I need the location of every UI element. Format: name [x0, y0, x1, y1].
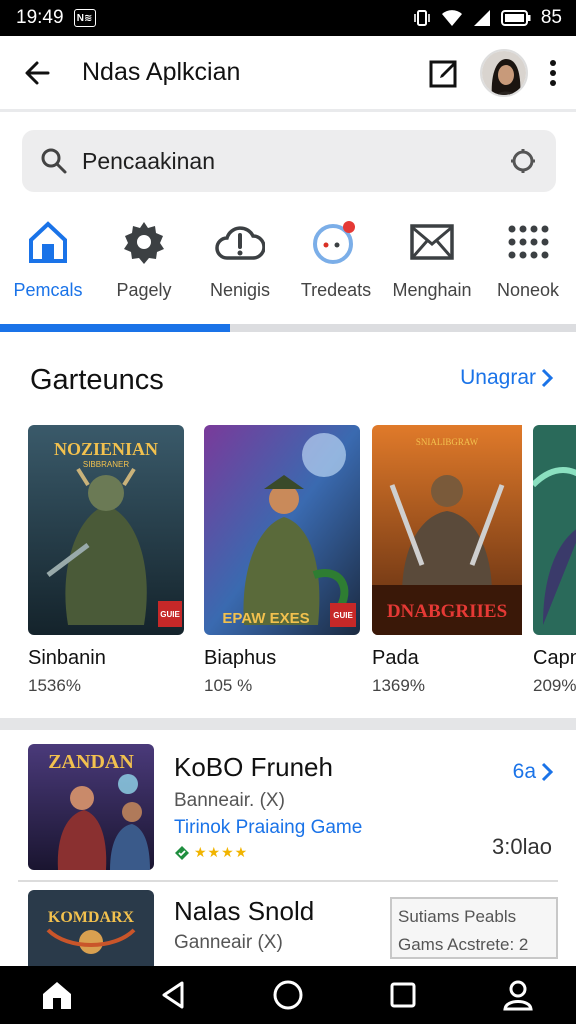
nav-home-button[interactable]: [28, 970, 88, 1020]
list-item-subtitle: Banneair. (X): [174, 790, 285, 811]
nav-back-button[interactable]: [143, 970, 203, 1020]
search-icon: [41, 148, 67, 174]
lens-icon[interactable]: [508, 146, 538, 176]
tab-pagely[interactable]: Pagely: [96, 216, 192, 324]
game-rating: 209%: [533, 676, 576, 695]
signal-icon: [473, 10, 490, 26]
game-rating: 105 %: [204, 676, 253, 695]
status-bar: 19:49 N≋ 85: [0, 0, 576, 36]
search-input[interactable]: Pencaakinan: [82, 148, 215, 175]
tooltip-popup: Sutiams Peabls Gams Acstrete: 2: [390, 897, 558, 959]
grid-icon: [508, 225, 549, 259]
game-cover: NOZIENIAN SIBBRANER GUIE: [28, 425, 184, 635]
verified-icon: [175, 845, 189, 860]
game-thumbnail: ZANDAN: [28, 744, 154, 870]
status-time: 19:49: [16, 7, 64, 28]
list-item-subtitle: Ganneair (X): [174, 932, 283, 953]
list-item-title: KoBO Fruneh: [174, 752, 333, 782]
home-icon: [29, 221, 67, 263]
tooltip-line-2: Gams Acstrete: 2: [398, 935, 529, 954]
alert-cloud-icon: [215, 226, 265, 260]
cover-title: NOZIENIAN: [54, 439, 158, 459]
tooltip-line-1: Sutiams Peabls: [398, 907, 517, 926]
page-title: Ndas Aplkcian: [82, 58, 241, 86]
edit-button[interactable]: [428, 57, 460, 89]
cover-title: EPAW EXES: [222, 610, 309, 627]
category-tabs: Pemcals Pagely Nenigis Tredeats Menghain…: [0, 216, 576, 324]
game-carousel: NOZIENIAN SIBBRANER GUIE Sinbanin 1536% …: [28, 425, 576, 705]
arrow-left-icon: [25, 61, 50, 84]
more-vert-icon[interactable]: [548, 58, 558, 88]
section-title: Garteuncs: [30, 364, 164, 396]
game-cover: EPAW EXES GUIE: [204, 425, 360, 635]
nav-circle-button[interactable]: [258, 970, 318, 1020]
nav-profile-button[interactable]: [488, 970, 548, 1020]
chat-bubble-icon: [313, 221, 355, 264]
vibrate-icon: [414, 10, 430, 26]
see-more-link[interactable]: Unagrar: [460, 366, 554, 390]
list-item-title: Nalas Snold: [174, 896, 315, 926]
system-nav-bar: [0, 966, 576, 1024]
tab-indicator: [0, 324, 230, 332]
user-photo: [482, 50, 526, 95]
gear-icon: [124, 222, 164, 264]
battery-level: 85: [540, 7, 562, 28]
tab-nenigis[interactable]: Nenigis: [192, 216, 288, 324]
game-cover: [533, 425, 576, 635]
list-item-time: 3:0lao: [492, 834, 552, 859]
section-divider: [0, 718, 576, 730]
cover-badge: GUIE: [333, 611, 353, 620]
circle-home-icon: [273, 980, 303, 1010]
cover-subtitle: SNIALIBGRAW: [416, 437, 479, 447]
game-title: Biaphus: [204, 647, 277, 669]
wifi-icon: [441, 10, 462, 26]
list-item-link[interactable]: 6a: [513, 760, 554, 784]
thumbnail-title: KOMDARX: [48, 909, 135, 926]
game-card[interactable]: Capn 209%: [533, 425, 576, 696]
search-bar[interactable]: Pencaakinan: [22, 130, 556, 192]
list-item-link-label: 6a: [512, 760, 536, 783]
app-bar: Ndas Aplkcian: [0, 36, 576, 112]
game-card[interactable]: EPAW EXES GUIE Biaphus 105 %: [204, 425, 360, 696]
tab-tredeats[interactable]: Tredeats: [288, 216, 384, 324]
cover-title: DNABGRIIES: [387, 601, 507, 622]
rating-stars: ★★★★: [174, 844, 248, 861]
battery-icon: [500, 10, 531, 26]
game-title: Sinbanin: [28, 647, 106, 669]
avatar[interactable]: [480, 48, 528, 97]
square-recents-icon: [390, 982, 416, 1008]
triangle-back-icon: [162, 981, 184, 1009]
back-button[interactable]: [18, 54, 56, 92]
game-thumbnail: KOMDARX: [28, 890, 154, 966]
person-icon: [503, 980, 534, 1011]
thumbnail-title: ZANDAN: [48, 751, 134, 773]
nav-recents-button[interactable]: [373, 970, 433, 1020]
game-title: Capn: [533, 647, 576, 669]
home-icon: [42, 982, 71, 1009]
list-item[interactable]: ZANDAN KoBO Fruneh Banneair. (X) Tirinok…: [0, 744, 576, 874]
list-separator: [18, 880, 558, 882]
tab-noneok[interactable]: Noneok: [480, 216, 576, 324]
list-item-genre: Tirinok Praiaing Game: [174, 817, 363, 838]
chevron-right-icon: [541, 368, 554, 388]
game-card[interactable]: NOZIENIAN SIBBRANER GUIE Sinbanin 1536%: [28, 425, 184, 696]
mail-icon: [410, 224, 454, 260]
game-card[interactable]: SNIALIBGRAW DNABGRIIES Pada 1369%: [372, 425, 528, 696]
game-cover: SNIALIBGRAW DNABGRIIES: [372, 425, 528, 635]
tab-indicator-track: [0, 324, 576, 332]
star-icons: ★★★★: [194, 844, 249, 860]
game-rating: 1536%: [28, 676, 81, 695]
see-more-label: Unagrar: [460, 366, 536, 389]
cover-subtitle: SIBBRANER: [83, 460, 129, 469]
notification-badge: N≋: [73, 9, 96, 27]
tab-pemcals[interactable]: Pemcals: [0, 216, 96, 324]
game-title: Pada: [372, 647, 419, 669]
cover-badge: GUIE: [160, 610, 180, 619]
chevron-right-icon: [541, 762, 554, 782]
game-rating: 1369%: [372, 676, 425, 695]
tab-menghain[interactable]: Menghain: [384, 216, 480, 324]
